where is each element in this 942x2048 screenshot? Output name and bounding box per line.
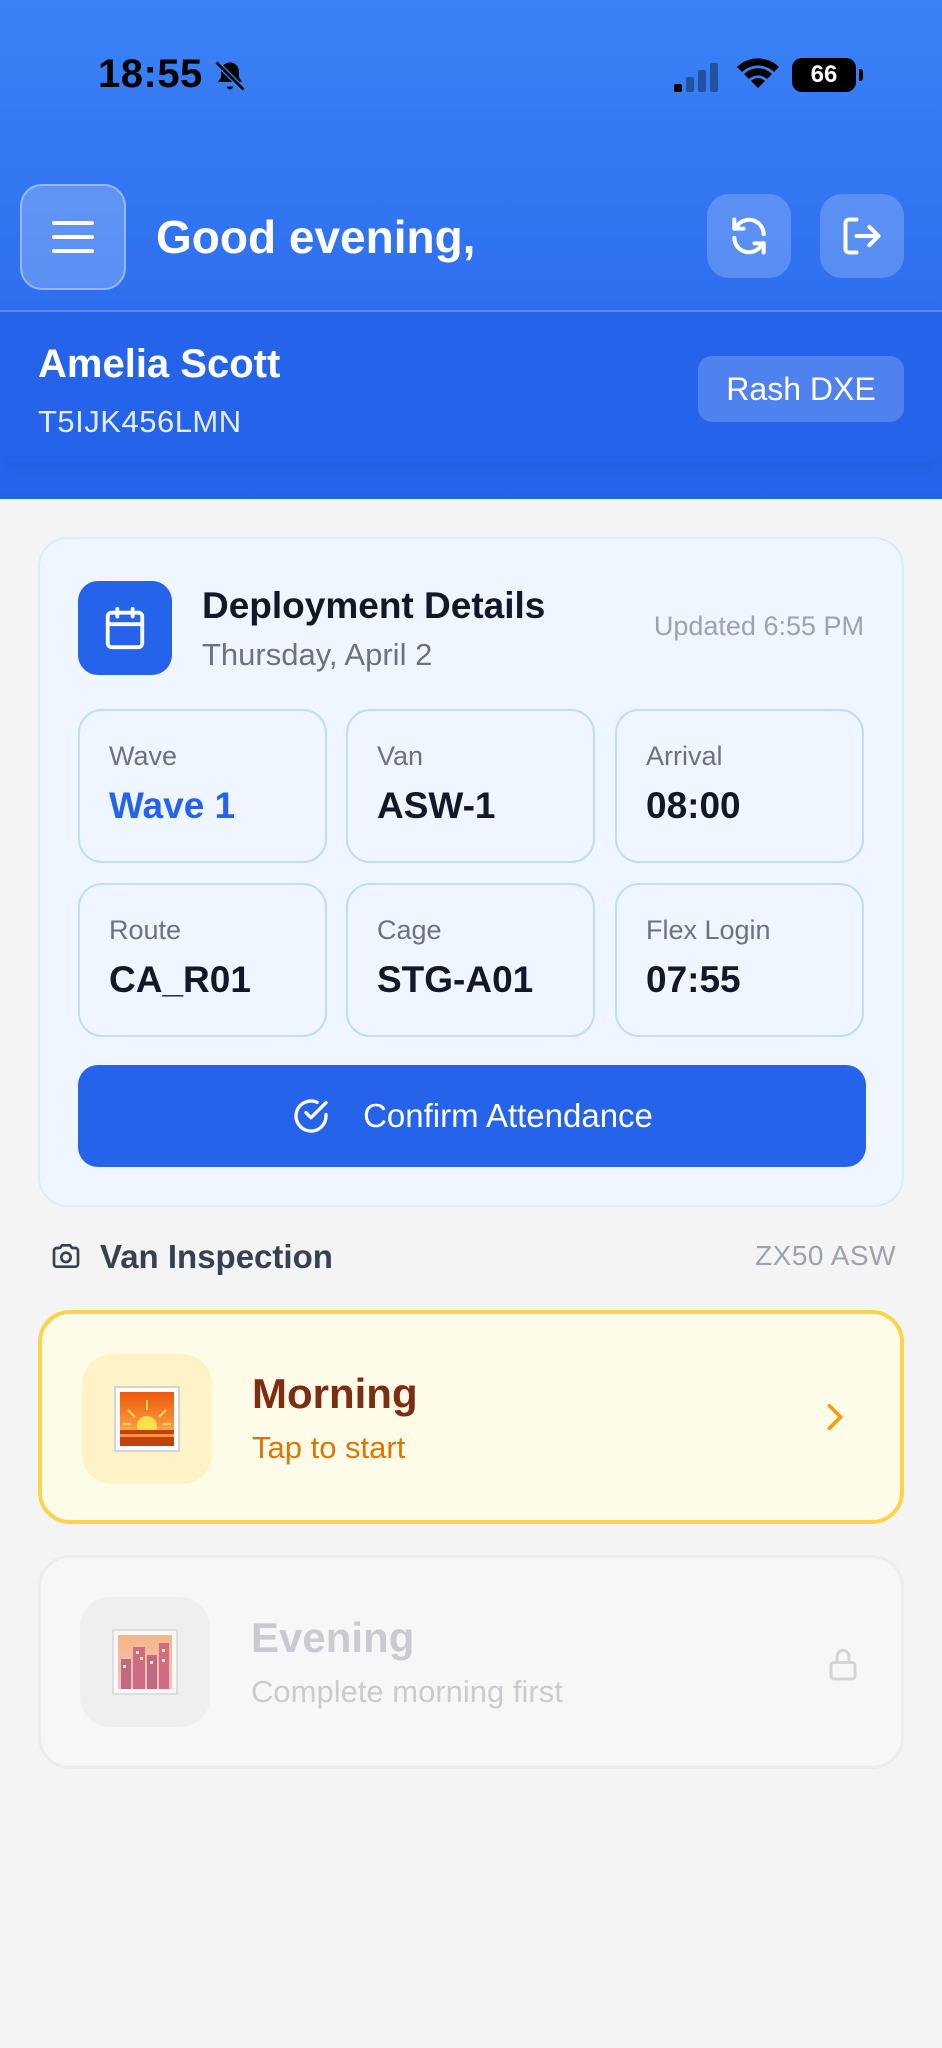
wifi-icon bbox=[737, 58, 779, 88]
status-bar: 18:55 66 bbox=[0, 0, 942, 150]
tile-label: Cage bbox=[377, 915, 442, 945]
cage-tile: Cage STG-A01 bbox=[346, 883, 595, 1037]
evening-thumb bbox=[80, 1597, 210, 1727]
station-badge: Rash DXE bbox=[698, 356, 904, 422]
bell-muted-icon bbox=[214, 60, 246, 92]
confirm-attendance-label: Confirm Attendance bbox=[363, 1097, 653, 1134]
refresh-icon bbox=[732, 217, 766, 255]
tile-value: Wave 1 bbox=[109, 785, 236, 826]
van-tile: Van ASW-1 bbox=[346, 709, 595, 863]
deployment-card: Deployment Details Thursday, April 2 Upd… bbox=[38, 537, 904, 1207]
user-name: Amelia Scott bbox=[38, 342, 281, 386]
arrival-tile: Arrival 08:00 bbox=[615, 709, 864, 863]
wave-tile: Wave Wave 1 bbox=[78, 709, 327, 863]
status-time: 18:55 bbox=[98, 52, 203, 96]
evening-subtitle: Complete morning first bbox=[251, 1674, 563, 1709]
tile-value: 07:55 bbox=[646, 959, 741, 1000]
updated-timestamp: Updated 6:55 PM bbox=[653, 611, 864, 641]
tile-label: Arrival bbox=[646, 741, 723, 771]
tile-value: 08:00 bbox=[646, 785, 741, 826]
tile-value: STG-A01 bbox=[377, 959, 534, 1000]
tile-value: CA_R01 bbox=[109, 959, 251, 1000]
tile-label: Route bbox=[109, 915, 182, 945]
logout-icon bbox=[843, 217, 881, 255]
tile-label: Van bbox=[377, 741, 424, 771]
morning-subtitle: Tap to start bbox=[252, 1430, 406, 1465]
greeting-text: Good evening, bbox=[156, 211, 476, 263]
evening-inspection-card: Evening Complete morning first bbox=[38, 1555, 904, 1769]
cell-signal-icon bbox=[674, 63, 718, 92]
calendar-icon bbox=[105, 606, 145, 650]
tile-label: Flex Login bbox=[646, 915, 771, 945]
route-tile: Route CA_R01 bbox=[78, 883, 327, 1037]
deployment-title: Deployment Details bbox=[202, 585, 546, 626]
van-inspection-title: Van Inspection bbox=[100, 1238, 333, 1275]
confirm-attendance-button[interactable]: Confirm Attendance bbox=[78, 1065, 866, 1167]
menu-icon bbox=[52, 221, 94, 253]
van-inspection-header: Van Inspection ZX50 ASW bbox=[48, 1236, 896, 1280]
app-header: 18:55 66 Good evening, Amelia Scott T5IJ… bbox=[0, 0, 942, 499]
user-panel: Amelia Scott T5IJK456LMN Rash DXE bbox=[0, 310, 942, 462]
calendar-icon-badge bbox=[78, 581, 172, 675]
refresh-button[interactable] bbox=[707, 194, 791, 278]
menu-button[interactable] bbox=[20, 184, 126, 290]
morning-inspection-card[interactable]: Morning Tap to start bbox=[38, 1310, 904, 1524]
check-circle-icon bbox=[294, 1099, 328, 1133]
user-id: T5IJK456LMN bbox=[38, 404, 242, 439]
chevron-right-icon bbox=[827, 1403, 843, 1431]
morning-thumb bbox=[82, 1354, 212, 1484]
deployment-date: Thursday, April 2 bbox=[202, 637, 433, 672]
battery-indicator: 66 bbox=[792, 58, 863, 92]
morning-title: Morning bbox=[252, 1370, 418, 1417]
camera-icon bbox=[52, 1244, 80, 1268]
flex-login-tile: Flex Login 07:55 bbox=[615, 883, 864, 1037]
tile-label: Wave bbox=[109, 741, 178, 771]
logout-button[interactable] bbox=[820, 194, 904, 278]
lock-icon bbox=[829, 1649, 857, 1681]
tile-value: ASW-1 bbox=[377, 785, 496, 826]
city-dusk-icon bbox=[112, 1629, 178, 1695]
sunrise-icon bbox=[114, 1386, 180, 1452]
van-plate: ZX50 ASW bbox=[755, 1240, 896, 1271]
evening-title: Evening bbox=[251, 1614, 415, 1661]
